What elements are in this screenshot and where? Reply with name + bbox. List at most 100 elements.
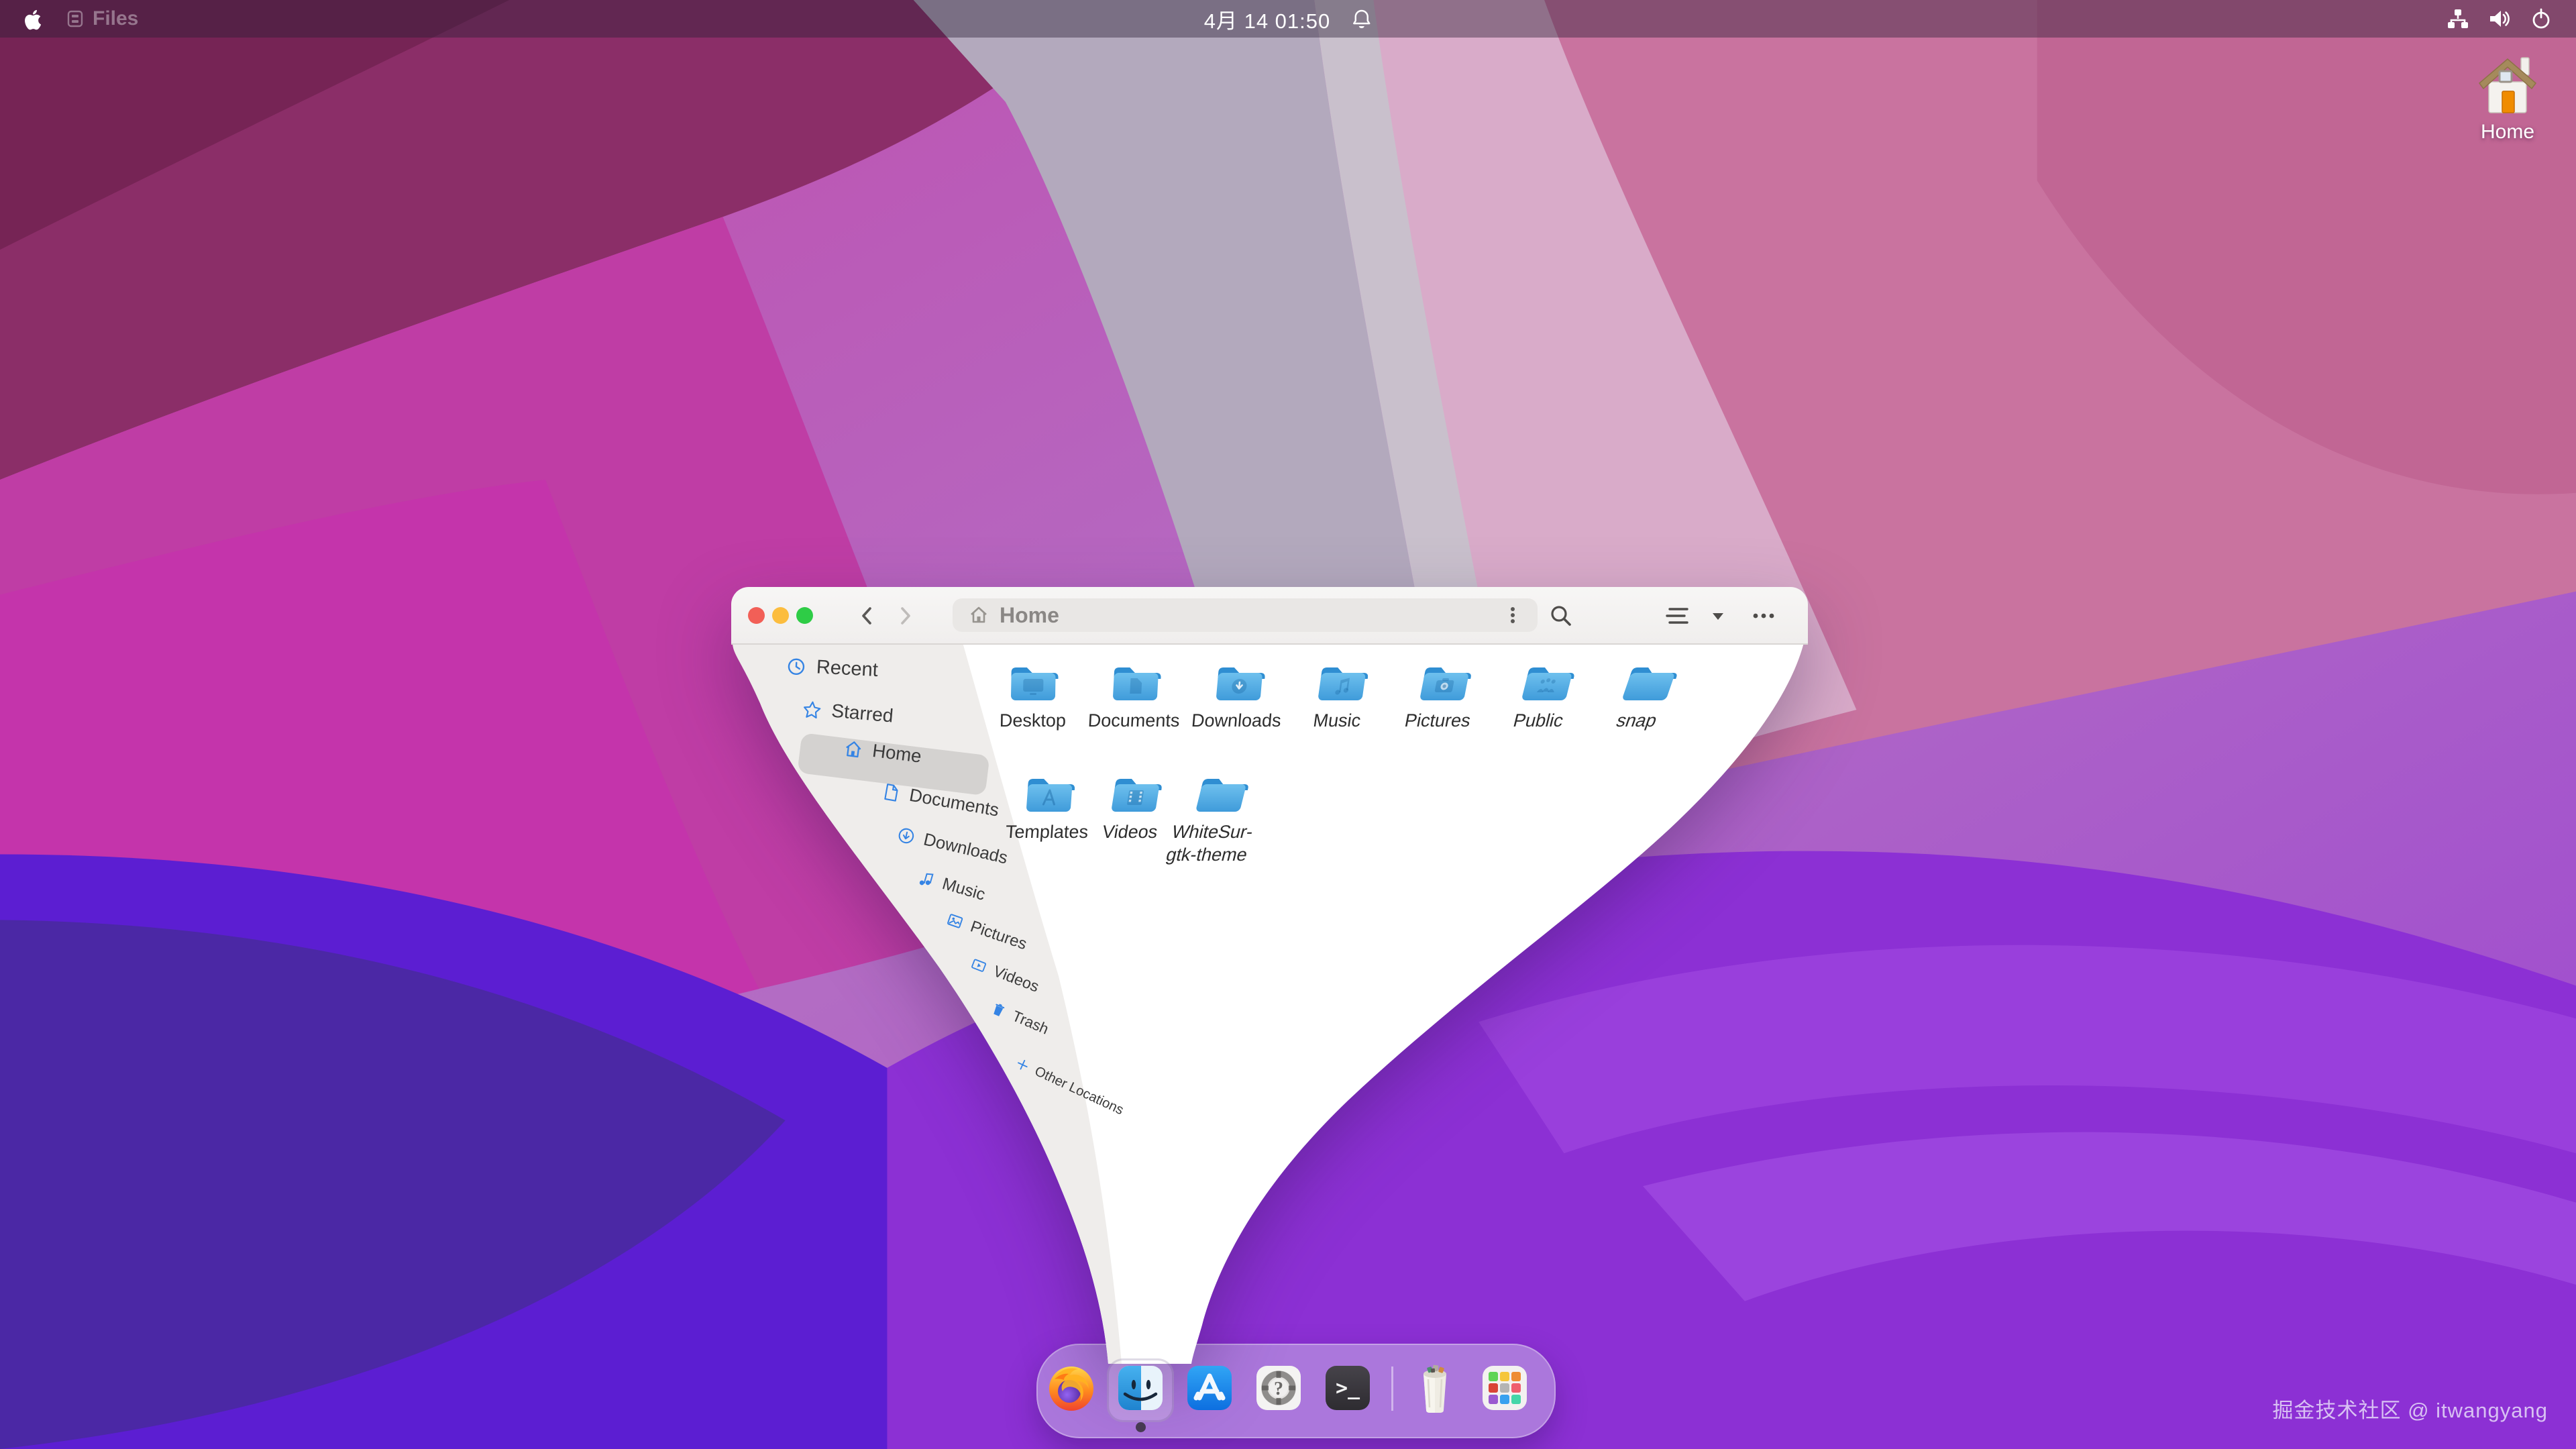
chevron-down-icon (1709, 606, 1727, 625)
path-label: Home (1000, 603, 1059, 628)
folder-icon (1213, 661, 1267, 704)
dock-trash-icon[interactable] (1410, 1359, 1460, 1415)
folder-downloads[interactable]: Downloads (1181, 661, 1295, 733)
forward-button[interactable] (890, 600, 920, 631)
folder-icon (1517, 661, 1578, 704)
sidebar-label: Other Locations (1032, 1063, 1126, 1118)
folder-label: Documents (1087, 710, 1180, 733)
video-icon (969, 955, 989, 975)
minimize-button[interactable] (772, 607, 789, 624)
window-menu-button[interactable] (1748, 600, 1779, 631)
folder-icon (1110, 661, 1161, 704)
files-app-icon (66, 9, 85, 28)
maximize-button[interactable] (796, 607, 813, 624)
launchpad-tile (1489, 1383, 1498, 1393)
launchpad-tile (1511, 1383, 1521, 1393)
menubar: Files 4月 14 01:50 (0, 0, 2576, 38)
help-question-glyph: ? (1274, 1379, 1283, 1399)
folder-whitesur-gtk-theme[interactable]: WhiteSur-gtk-theme (1150, 773, 1281, 867)
folder-label: Desktop (1000, 710, 1067, 733)
folder-icon (1191, 773, 1252, 816)
menubar-clock[interactable]: 4月 14 01:50 (1204, 4, 1331, 34)
view-options-dropdown[interactable] (1703, 600, 1733, 631)
view-toggle-button[interactable] (1662, 600, 1693, 631)
list-view-icon (1664, 604, 1691, 628)
dock-separator (1391, 1366, 1393, 1411)
home-icon (967, 604, 990, 627)
star-icon (802, 699, 823, 720)
dock-help-icon[interactable]: ? (1254, 1363, 1303, 1413)
search-icon (1548, 603, 1574, 629)
sidebar-label: Videos (991, 963, 1041, 996)
folder-label: Downloads (1191, 710, 1283, 733)
launchpad-tile (1511, 1395, 1521, 1404)
launchpad-tile (1500, 1383, 1509, 1393)
folder-icon (1023, 773, 1075, 816)
dock-launchpad-icon[interactable] (1480, 1363, 1529, 1413)
folder-icon (1314, 661, 1370, 704)
folder-icon (1108, 773, 1164, 816)
dock-files-icon[interactable] (1116, 1363, 1165, 1413)
sidebar-label: Recent (816, 656, 878, 682)
sidebar-item-recent[interactable]: Recent (786, 655, 878, 682)
home-icon (843, 738, 864, 759)
launchpad-tile (1500, 1372, 1509, 1381)
folder-label: Public (1511, 710, 1566, 733)
watermark-text: 掘金技术社区 @ itwangyang (2272, 1393, 2548, 1424)
folder-icon (1416, 661, 1474, 704)
sidebar-item-pictures[interactable]: Pictures (945, 910, 1029, 954)
app-menu-files[interactable]: Files (66, 7, 138, 30)
music-note-icon (915, 868, 936, 890)
back-button[interactable] (852, 600, 883, 631)
path-bar[interactable]: Home (953, 598, 1538, 632)
terminal-prompt-glyph: >_ (1336, 1377, 1360, 1400)
image-icon (945, 910, 966, 932)
sidebar-label: Trash (1010, 1008, 1051, 1038)
folder-label: WhiteSur-gtk-theme (1151, 821, 1269, 867)
sidebar-item-other-locations[interactable]: Other Locations (1013, 1055, 1126, 1118)
search-button[interactable] (1546, 600, 1576, 631)
notifications-bell-icon[interactable] (1350, 8, 1372, 30)
dock-firefox-icon[interactable] (1046, 1363, 1096, 1413)
chevron-left-icon (856, 604, 879, 627)
sidebar-label: Starred (830, 700, 894, 727)
network-status-icon[interactable] (2446, 7, 2470, 31)
dock-terminal-icon[interactable]: >_ (1323, 1363, 1373, 1413)
folder-icon (1008, 661, 1059, 704)
sidebar-item-trash[interactable]: Trash (988, 999, 1051, 1038)
launchpad-tile (1511, 1372, 1521, 1381)
plus-icon (1014, 1055, 1032, 1074)
sidebar-item-downloads[interactable]: Downloads (896, 824, 1010, 868)
launchpad-tile (1500, 1395, 1509, 1404)
volume-icon[interactable] (2487, 7, 2512, 31)
folder-documents[interactable]: Documents (1079, 661, 1191, 733)
folder-label: Videos (1101, 821, 1159, 844)
sidebar-label: Music (940, 875, 987, 905)
dock-appstore-icon[interactable] (1185, 1363, 1234, 1413)
sidebar-item-starred[interactable]: Starred (802, 698, 894, 728)
folder-label: Pictures (1403, 710, 1472, 733)
folder-label: snap (1613, 710, 1660, 733)
folder-desktop[interactable]: Desktop (979, 661, 1087, 733)
sidebar-label: Pictures (968, 918, 1029, 954)
running-indicator-dot (1136, 1422, 1146, 1432)
chevron-right-icon (894, 604, 916, 627)
document-icon (881, 782, 902, 803)
power-icon[interactable] (2529, 7, 2553, 31)
apple-menu[interactable] (20, 7, 43, 30)
folder-label: Music (1311, 710, 1362, 733)
kebab-menu-icon[interactable] (1503, 604, 1523, 627)
app-menu-label: Files (93, 7, 138, 30)
ellipsis-icon (1750, 606, 1778, 626)
launchpad-tile (1489, 1395, 1498, 1404)
folder-icon (1617, 661, 1682, 704)
trash-icon (988, 1000, 1008, 1020)
folder-music[interactable]: Music (1282, 661, 1399, 733)
close-button[interactable] (748, 607, 765, 624)
sidebar-item-videos[interactable]: Videos (968, 954, 1041, 996)
apple-icon (20, 7, 43, 30)
download-icon (896, 824, 917, 846)
sidebar-item-music[interactable]: Music (915, 867, 987, 905)
launchpad-tile (1489, 1372, 1498, 1381)
clock-icon (786, 656, 807, 678)
